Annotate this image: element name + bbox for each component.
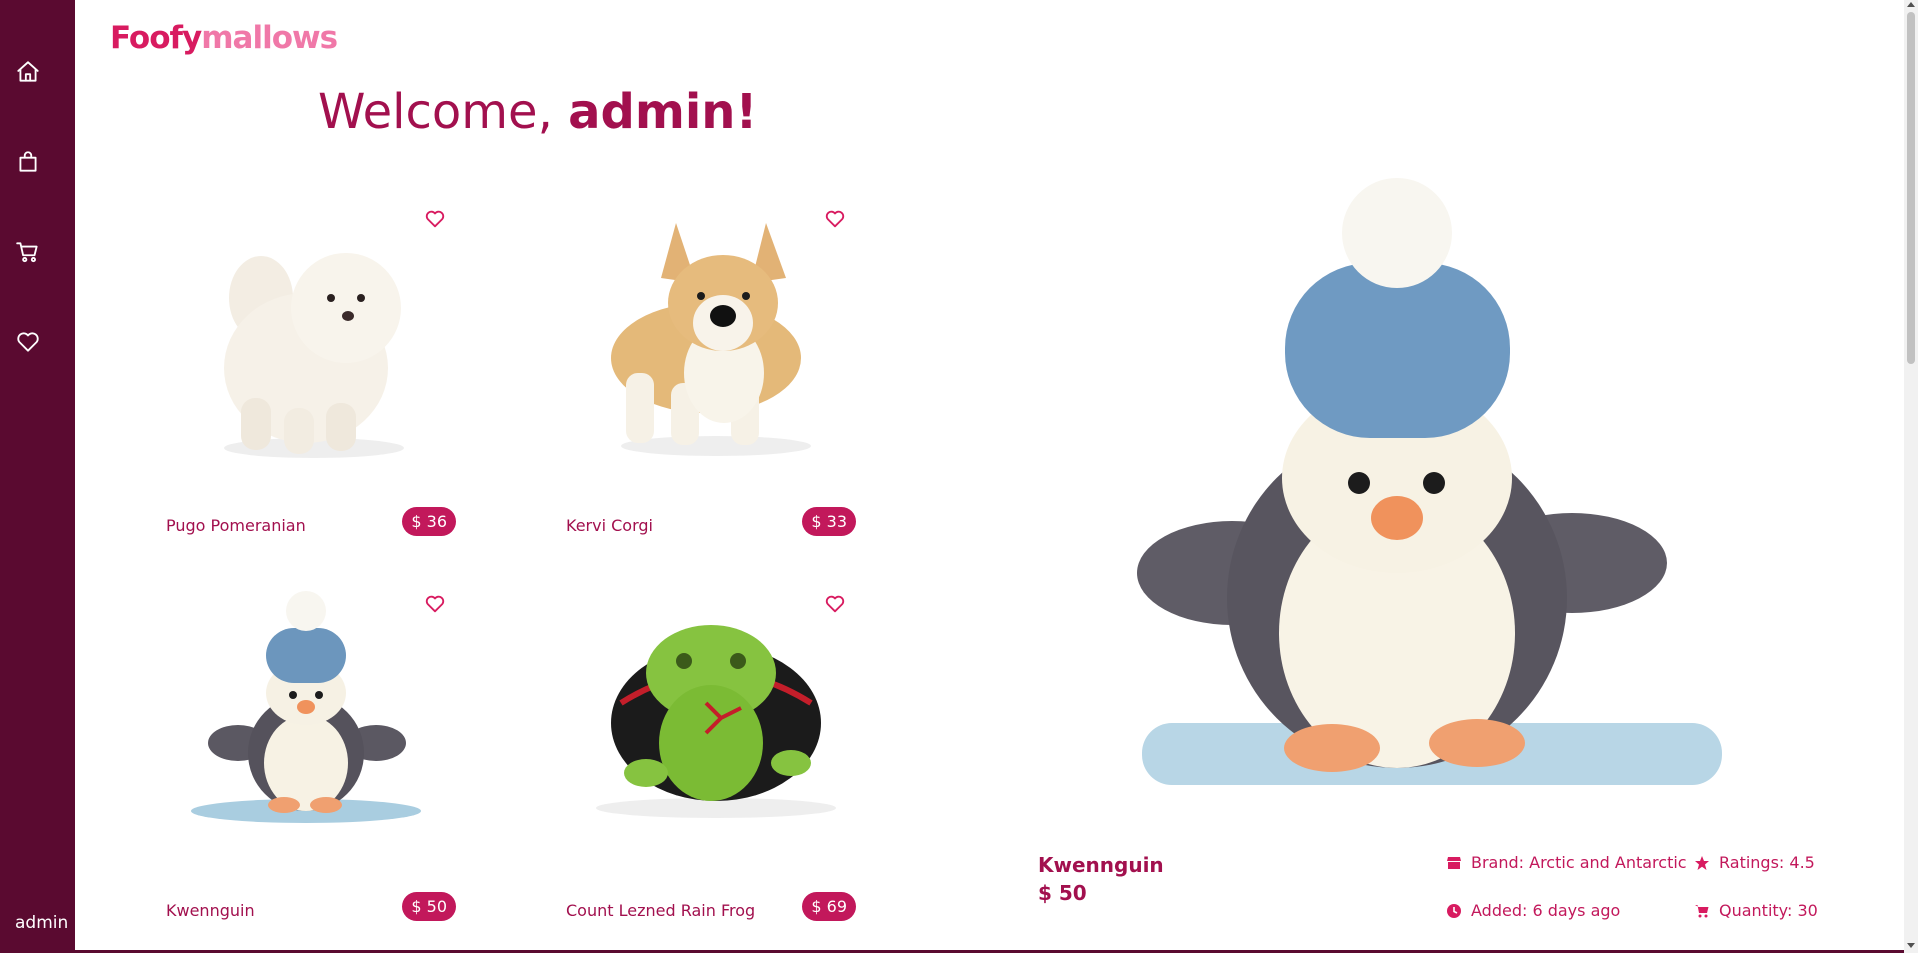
scrollbar[interactable] <box>1904 0 1918 953</box>
detail-brand-text: Brand: Arctic and Antarctic <box>1471 853 1687 872</box>
product-name[interactable]: Count Lezned Rain Frog <box>566 901 755 920</box>
detail-product-image <box>1137 178 1722 785</box>
welcome-username: admin! <box>568 84 758 140</box>
sidebar: admin <box>0 0 75 953</box>
cart-icon[interactable] <box>14 238 42 266</box>
scroll-down-icon[interactable] <box>1907 943 1915 948</box>
shopping-bag-icon[interactable] <box>14 148 42 176</box>
heart-icon[interactable] <box>14 328 42 356</box>
logo[interactable]: Foofymallows <box>110 20 338 56</box>
detail-added-text: Added: 6 days ago <box>1471 901 1621 920</box>
product-name[interactable]: Kervi Corgi <box>566 516 653 535</box>
detail-product-name: Kwennguin <box>1038 853 1164 877</box>
logo-part2: mallows <box>201 20 338 56</box>
product-image[interactable] <box>566 583 856 893</box>
product-image[interactable] <box>166 583 456 893</box>
welcome-heading: Welcome, admin! <box>318 84 757 140</box>
detail-added: Added: 6 days ago <box>1446 901 1620 920</box>
product-image[interactable] <box>566 198 856 508</box>
product-card[interactable]: Count Lezned Rain Frog $ 69 <box>566 583 856 953</box>
detail-ratings-text: Ratings: 4.5 <box>1719 853 1815 872</box>
favorite-heart-icon[interactable] <box>424 208 446 230</box>
detail-product-price: $ 50 <box>1038 881 1087 905</box>
product-name[interactable]: Kwennguin <box>166 901 255 920</box>
home-icon[interactable] <box>14 58 42 86</box>
store-icon <box>1447 856 1461 869</box>
clock-icon <box>1447 903 1461 918</box>
scrollbar-thumb[interactable] <box>1907 12 1915 364</box>
favorite-heart-icon[interactable] <box>424 593 446 615</box>
welcome-prefix: Welcome, <box>318 84 569 140</box>
price-badge: $ 33 <box>802 507 856 536</box>
detail-quantity-text: Quantity: 30 <box>1719 901 1818 920</box>
sidebar-username[interactable]: admin <box>15 913 68 933</box>
favorite-heart-icon[interactable] <box>824 208 846 230</box>
product-card[interactable]: Kwennguin $ 50 <box>166 583 456 953</box>
favorite-heart-icon[interactable] <box>824 593 846 615</box>
scroll-up-icon[interactable] <box>1907 2 1915 7</box>
price-badge: $ 50 <box>402 892 456 921</box>
detail-quantity: Quantity: 30 <box>1694 901 1818 920</box>
cart-icon <box>1695 904 1709 917</box>
detail-ratings: Ratings: 4.5 <box>1694 853 1815 872</box>
detail-brand: Brand: Arctic and Antarctic <box>1446 853 1687 872</box>
logo-part1: Foofy <box>110 20 202 56</box>
product-card[interactable]: Pugo Pomeranian $ 36 <box>166 198 456 568</box>
product-image[interactable] <box>166 198 456 508</box>
star-icon <box>1695 855 1709 870</box>
price-badge: $ 69 <box>802 892 856 921</box>
product-name[interactable]: Pugo Pomeranian <box>166 516 306 535</box>
price-badge: $ 36 <box>402 507 456 536</box>
product-card[interactable]: Kervi Corgi $ 33 <box>566 198 856 568</box>
